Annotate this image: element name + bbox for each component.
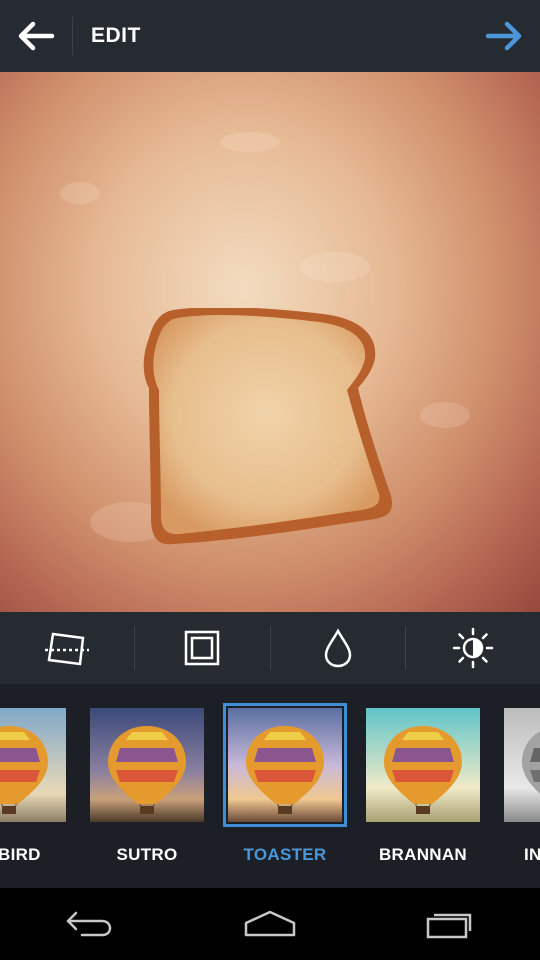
back-icon [66,911,112,937]
header-divider [72,17,73,55]
filter-strip[interactable]: LYBIRD SUTRO TOASTER BRANNAN IN [0,684,540,888]
photo-preview [0,72,540,612]
drop-icon [324,628,351,668]
next-button[interactable] [468,0,540,72]
frame-icon [185,630,220,666]
recents-icon [426,913,472,939]
filter-item-selected[interactable]: TOASTER [223,703,347,865]
system-nav-bar [0,888,540,960]
filter-label: TOASTER [243,845,327,864]
tilt-shift-button[interactable] [271,612,405,684]
frame-button[interactable] [135,612,269,684]
arrow-right-icon [485,21,522,51]
filter-item[interactable]: IN [504,708,540,865]
bread-slice [143,308,392,545]
filter-thumbnail[interactable] [223,703,347,827]
filter-label: SUTRO [116,845,178,864]
filter-label: LYBIRD [0,845,41,864]
filter-label: BRANNAN [378,845,468,864]
filter-item[interactable]: SUTRO [90,708,204,865]
straighten-button[interactable] [0,612,134,684]
home-icon [244,910,296,937]
filter-thumbnail[interactable] [0,708,66,822]
nav-home-button[interactable] [210,888,330,960]
filter-thumbnail[interactable] [366,708,480,822]
filter-thumbnail[interactable] [504,708,540,822]
filter-thumbnail[interactable] [90,708,204,822]
back-button[interactable] [0,0,72,72]
filter-label: IN [524,845,540,864]
nav-back-button[interactable] [30,888,150,960]
lux-sun-icon [452,627,494,669]
top-bar: EDIT [0,0,540,72]
filter-item[interactable]: BRANNAN [366,708,480,865]
straighten-icon [45,632,90,666]
lux-button[interactable] [406,612,540,684]
edit-tools-bar [0,612,540,684]
filter-item[interactable]: LYBIRD [0,708,66,865]
arrow-left-icon [18,21,55,51]
page-title: EDIT [91,24,141,47]
nav-recents-button[interactable] [390,888,510,960]
